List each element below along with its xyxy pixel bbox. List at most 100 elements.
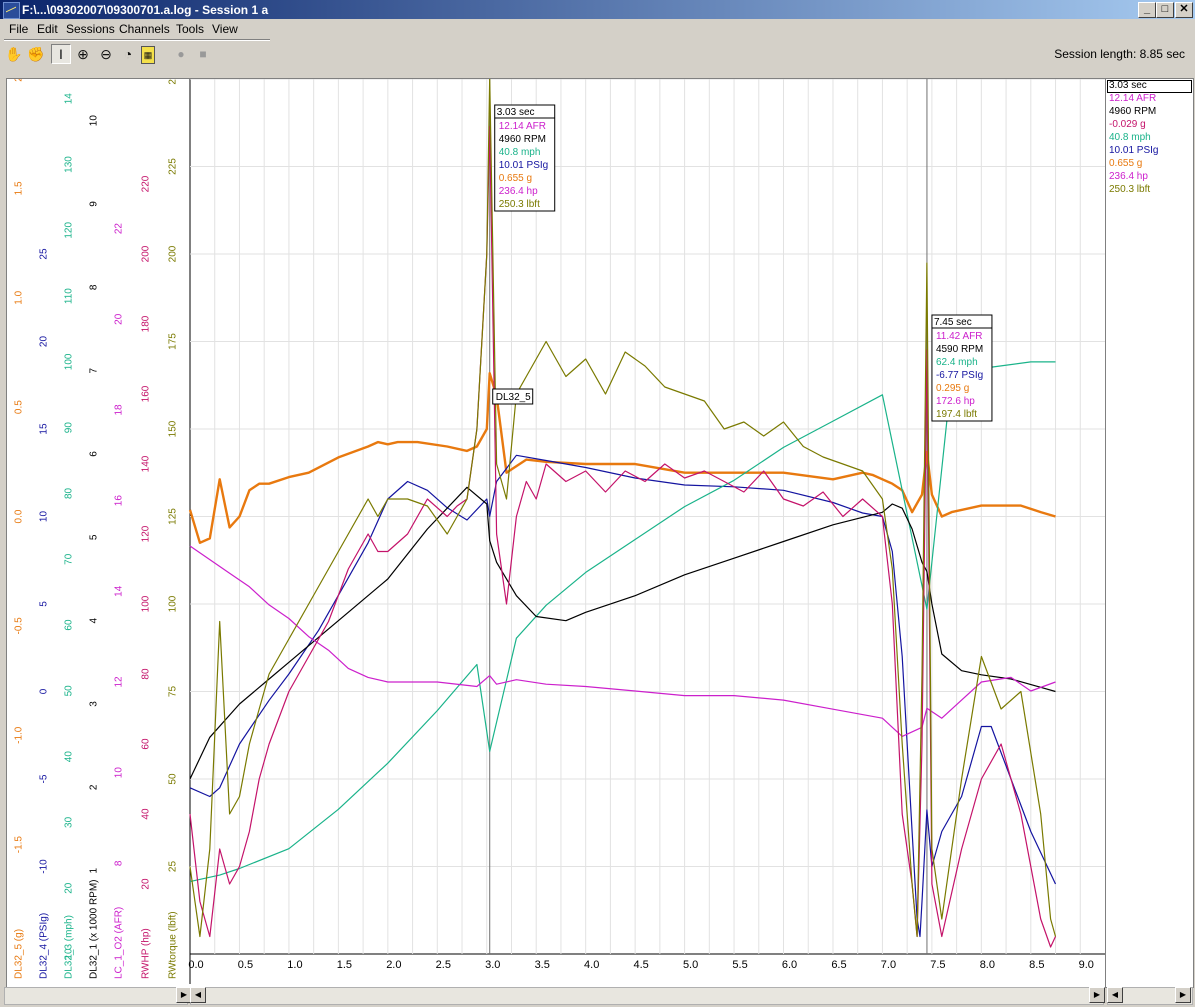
menu-tools[interactable]: Tools [176, 22, 204, 36]
window-title: F:\...\09302007\09300701.a.log - Session… [22, 3, 269, 17]
axis-panel-scrollbar[interactable] [4, 987, 188, 1005]
axis-tick-label-DL32_4: -10 [39, 859, 50, 874]
zoom-out-icon[interactable]: ⊖ [96, 44, 116, 64]
gauge-icon[interactable]: ◔ [118, 44, 138, 64]
axis-tick-label-DL32_4: 10 [39, 511, 50, 523]
axis-tick-label-DL32_3: 20 [64, 882, 75, 894]
cursor-label-value: 12.14 AFR [499, 121, 546, 132]
axis-tick-label-RWtorque: 175 [168, 333, 179, 350]
axis-tick-label-RWtorque: 25 [168, 861, 179, 873]
axis-tick-label-RWHP: 80 [141, 668, 152, 680]
axis-tick-label-DL32_3: 110 [64, 288, 75, 304]
axis-tick-label-DL32_3: 100 [64, 353, 75, 370]
panel-value-lbft: 250.3 lbft [1109, 184, 1151, 195]
axis-tick-label-DL32_4: 5 [39, 601, 50, 607]
axis-tick-label-DL32_3: 30 [64, 816, 75, 828]
cursor-label-value: 0.655 g [499, 173, 532, 184]
axis-tick-label-DL32_5: 2 [14, 79, 25, 82]
axis-tick-label-RWHP: 100 [141, 595, 152, 612]
axis-label-RWtorque: RWtorque (lbft) [168, 911, 179, 979]
cursor-label-value: 10.01 PSIg [499, 160, 548, 171]
cursor-label-value: 250.3 lbft [499, 199, 540, 210]
axis-tick-label-RWtorque: 50 [168, 773, 179, 785]
axis-tick-label-DL32_3: 80 [64, 487, 75, 499]
hand-icon[interactable]: ✋ [4, 44, 24, 64]
axis-tick-label-RWHP: 20 [141, 878, 152, 890]
maximize-button[interactable]: □ [1156, 2, 1174, 18]
axis-tick-label-DL32_1: 6 [89, 451, 100, 457]
axis-tick-label-RWtorque: 75 [168, 686, 179, 698]
zoom-in-icon[interactable]: ⊕ [73, 44, 93, 64]
chart-area[interactable]: -1.5 -1.0 -0.5 0.0 0.5 1.0 1.5 2 DL32_5 (g) -10 -5… [6, 73, 1106, 988]
cursor-label-value: 11.42 AFR [936, 331, 983, 342]
panel-scroll-left-arrow[interactable]: ◀ [1107, 987, 1123, 1003]
axis-tick-label-DL32_1: 10 [89, 115, 100, 127]
series-line-RWtorque [189, 77, 1057, 938]
toolbar: ✋ ✊ I ⊕ ⊖ ◔ ▦ ● ■ [0, 40, 1195, 74]
axis-tick-label-RWHP: 60 [141, 738, 152, 750]
axis-tick-label-DL32_1: 1 [89, 867, 100, 873]
cursor-label-time: 7.45 sec [934, 317, 972, 328]
axis-tick-label-DL32_3: 14 [64, 93, 75, 105]
cursor-label-value: 0.295 g [936, 383, 969, 394]
axis-tick-label-DL32_4: -5 [39, 774, 50, 783]
axis-tick-label-DL32_3: 60 [64, 619, 75, 631]
axis-tick-label-DL32_5: 0.0 [14, 509, 25, 523]
axis-tick-label-DL32_1: 5 [89, 534, 100, 540]
menu-sessions[interactable]: Sessions [66, 22, 115, 36]
panel-scroll-right-arrow[interactable]: ▶ [1175, 987, 1191, 1003]
grab-icon[interactable]: ✊ [26, 44, 46, 64]
cursor-label-value: 236.4 hp [499, 186, 538, 197]
axis-tick-label-RWtorque: 25 [168, 79, 179, 85]
scroll-left-arrow[interactable]: ◀ [190, 987, 206, 1003]
series-line-LC_1_O2 [189, 545, 1056, 738]
axis-tick-label-RWHP: 220 [141, 175, 152, 192]
axis-label-DL32_5: DL32_5 (g) [14, 929, 25, 979]
minimize-button[interactable]: _ [1138, 2, 1156, 18]
menu-bar: File Edit Sessions Channels Tools View [0, 19, 1195, 39]
cursor-label-value: 40.8 mph [499, 147, 541, 158]
title-bar: F:\...\09302007\09300701.a.log - Session… [0, 0, 1195, 19]
calculator-icon[interactable]: ▦ [141, 46, 155, 64]
record-icon[interactable]: ● [171, 44, 191, 64]
cursor-icon[interactable]: I [51, 44, 71, 64]
menu-channels[interactable]: Channels [119, 22, 170, 36]
x-tick-label: 6.0 [782, 959, 797, 971]
panel-time: 3.03 sec [1109, 80, 1147, 91]
axis-tick-label-RWtorque: 100 [168, 595, 179, 612]
x-tick-label: 7.5 [930, 959, 945, 971]
scroll-right-arrow[interactable]: ▶ [1089, 987, 1105, 1003]
menu-file[interactable]: File [9, 22, 28, 36]
panel-value-afr: 12.14 AFR [1109, 93, 1157, 104]
series-line-DL32_4 [189, 454, 1057, 938]
x-tick-label: 6.5 [831, 959, 846, 971]
close-button[interactable]: ✕ [1175, 2, 1193, 18]
cursor-label-value: 4590 RPM [936, 344, 983, 355]
axis-tick-label-AFR: 20 [114, 313, 125, 325]
cursor-label-value: 4960 RPM [499, 134, 546, 145]
cursor-label-value: -6.77 PSIg [936, 370, 983, 381]
x-tick-label: 4.5 [633, 959, 648, 971]
axis-tick-label-DL32_5: 1.0 [14, 290, 25, 304]
axis-tick-label-RWHP: 140 [141, 455, 152, 472]
chart-scrollbar[interactable] [190, 987, 1104, 1005]
x-tick-label: 3.5 [535, 959, 550, 971]
x-tick-label: 0.5 [238, 959, 253, 971]
axis-tick-label-DL32_5: 1.5 [14, 181, 25, 195]
cursor-label-value: 172.6 hp [936, 396, 975, 407]
x-tick-label: 0.0 [188, 959, 203, 971]
x-tick-label: 4.0 [584, 959, 599, 971]
axis-tick-label-DL32_1: 3 [89, 701, 100, 707]
axis-label-AFR: LC_1_O2 (AFR) [114, 907, 125, 979]
x-tick-label: 8.5 [1029, 959, 1044, 971]
cursor-label-value: 197.4 lbft [936, 409, 977, 420]
axis-tick-label-RWHP: 180 [141, 315, 152, 332]
axis-label-DL32_1: DL32_1 (x 1000 RPM) [89, 880, 100, 980]
axis-tick-label-RWHP: 160 [141, 385, 152, 402]
axis-tick-label-DL32_4: 20 [39, 336, 50, 348]
axis-tick-label-RWtorque: 225 [168, 158, 179, 175]
menu-edit[interactable]: Edit [37, 22, 58, 36]
panel-value-g-lat: -0.029 g [1109, 119, 1146, 130]
stop-icon[interactable]: ■ [193, 44, 213, 64]
menu-view[interactable]: View [212, 22, 238, 36]
